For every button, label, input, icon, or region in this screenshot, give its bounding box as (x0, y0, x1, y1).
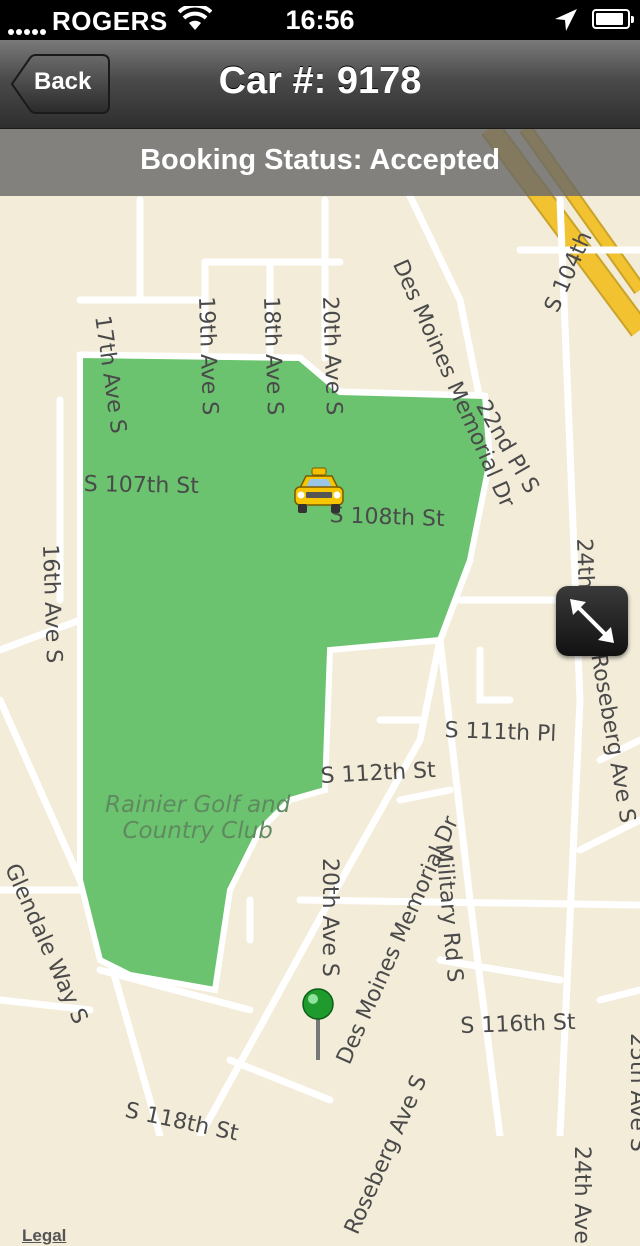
map-roads (0, 128, 640, 1136)
status-bar: ROGERS 16:56 (0, 0, 640, 40)
expand-map-button[interactable] (556, 586, 628, 656)
park-label-line1: Rainier Golf and (105, 792, 291, 818)
street-label: 18th Ave S (258, 296, 288, 416)
legal-link[interactable]: Legal (22, 1226, 66, 1246)
street-label: 16th Ave S (37, 544, 67, 664)
booking-status-text: Booking Status: Accepted (140, 144, 500, 176)
street-label: 19th Ave S (193, 296, 223, 416)
street-label: S 116th St (460, 1009, 576, 1039)
map-view[interactable]: S 107th St S 108th St S 111th Pl S 112th… (0, 128, 640, 1245)
street-label: S 107th St (83, 472, 200, 500)
taxi-icon[interactable] (292, 466, 346, 521)
street-label: S 111th Pl (444, 718, 557, 747)
destination-pin-icon[interactable] (300, 988, 340, 1069)
page-title: Car #: 9178 (218, 60, 422, 102)
park-label-line2: Country Club (122, 818, 273, 844)
park-label: Rainier Golf and Country Club (105, 792, 290, 844)
clock: 16:56 (285, 5, 355, 35)
booking-status-banner: Booking Status: Accepted (0, 128, 640, 196)
battery-level (596, 13, 623, 25)
battery-icon (592, 9, 634, 29)
street-label: 20th Ave S (317, 296, 347, 416)
expand-arrows-icon (570, 599, 614, 643)
street-label: 25th Ave S (625, 1033, 640, 1152)
street-label: 24th Ave (569, 1146, 594, 1244)
navigation-bar: Back Car #: 9178 (0, 40, 640, 129)
street-label: 20th Ave S (317, 858, 342, 977)
location-arrow-icon (555, 9, 577, 31)
street-label: S 108th St (329, 503, 446, 533)
